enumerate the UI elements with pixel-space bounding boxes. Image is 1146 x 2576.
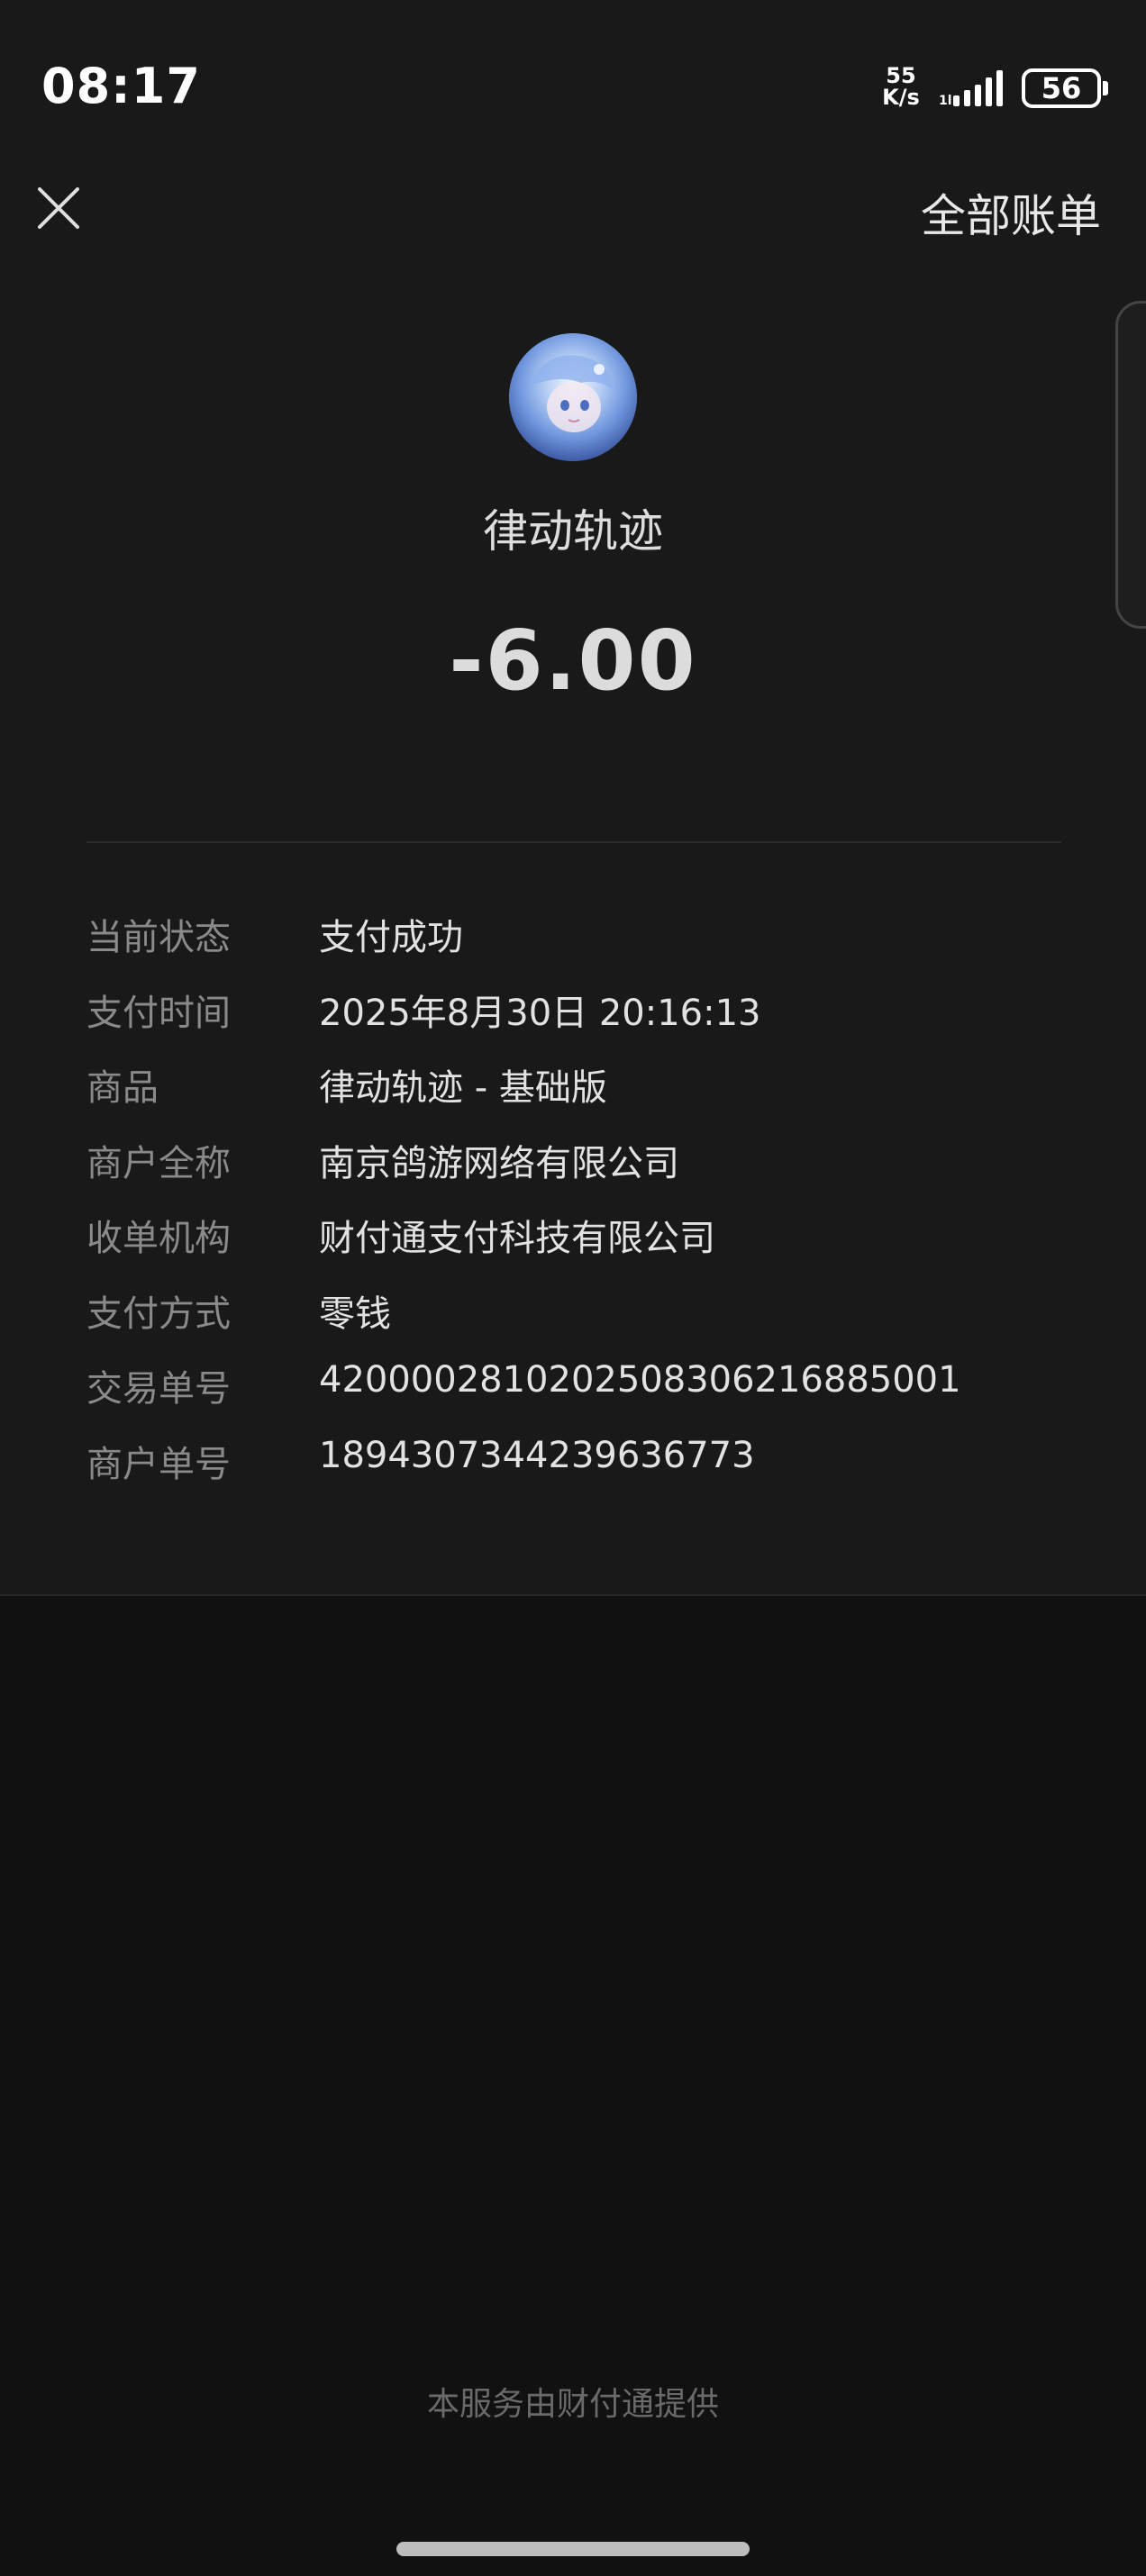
detail-row-payment-time: 支付时间 2025年8月30日 20:16:13 xyxy=(86,984,1078,1059)
home-indicator[interactable] xyxy=(396,2542,750,2556)
detail-row-payment-method: 支付方式 零钱 xyxy=(86,1284,1078,1360)
all-bills-link[interactable]: 全部账单 xyxy=(921,180,1101,245)
detail-label: 支付方式 xyxy=(86,1293,231,1335)
svg-text:1l: 1l xyxy=(939,94,952,108)
status-bar: 08:17 55 K/s 1l 56 xyxy=(0,0,1146,171)
payment-amount: -6.00 xyxy=(449,612,697,709)
detail-value: 南京鸽游网络有限公司 xyxy=(319,1142,679,1184)
merchant-avatar xyxy=(509,333,637,461)
close-icon[interactable] xyxy=(27,177,90,240)
status-time: 08:17 xyxy=(41,58,201,114)
detail-value[interactable]: 4200002810202508306216885001 xyxy=(319,1359,961,1401)
detail-label: 商品 xyxy=(86,1067,159,1109)
detail-row-product: 商品 律动轨迹 - 基础版 xyxy=(86,1058,1078,1134)
detail-value: 律动轨迹 - 基础版 xyxy=(319,1067,607,1109)
divider xyxy=(86,841,1061,843)
detail-label: 支付时间 xyxy=(86,992,231,1034)
detail-label: 收单机构 xyxy=(86,1218,231,1259)
avatar-illustration xyxy=(509,333,637,461)
detail-label: 商户单号 xyxy=(86,1443,231,1485)
detail-value: 2025年8月30日 20:16:13 xyxy=(319,992,761,1034)
signal-icon: 1l xyxy=(939,70,1003,108)
detail-label: 交易单号 xyxy=(86,1368,231,1410)
battery-icon: 56 xyxy=(1022,68,1101,108)
network-speed-unit: K/s xyxy=(882,85,920,110)
detail-row-merchant-full-name: 商户全称 南京鸽游网络有限公司 xyxy=(86,1134,1078,1210)
side-drag-handle[interactable] xyxy=(1115,301,1146,629)
detail-value[interactable]: 1894307344239636773 xyxy=(319,1435,755,1476)
merchant-name: 律动轨迹 xyxy=(483,505,663,558)
detail-value: 财付通支付科技有限公司 xyxy=(319,1218,715,1259)
detail-row-merchant-order-id: 商户单号 1894307344239636773 xyxy=(86,1435,1078,1510)
divider xyxy=(0,1594,1146,1596)
detail-row-transaction-id: 交易单号 4200002810202508306216885001 xyxy=(86,1359,1078,1435)
detail-label: 商户全称 xyxy=(86,1142,231,1184)
detail-label: 当前状态 xyxy=(86,917,231,958)
network-speed: 55 K/s xyxy=(881,65,921,108)
network-speed-value: 55 xyxy=(886,63,916,88)
detail-value: 零钱 xyxy=(319,1293,391,1335)
service-provider-note: 本服务由财付通提供 xyxy=(426,2386,719,2423)
battery-tip xyxy=(1103,81,1108,95)
detail-value: 支付成功 xyxy=(319,917,463,958)
detail-row-acquirer: 收单机构 财付通支付科技有限公司 xyxy=(86,1209,1078,1284)
battery-level: 56 xyxy=(1041,71,1082,105)
detail-list: 当前状态 支付成功 支付时间 2025年8月30日 20:16:13 商品 律动… xyxy=(86,908,1078,1510)
detail-row-status: 当前状态 支付成功 xyxy=(86,908,1078,984)
